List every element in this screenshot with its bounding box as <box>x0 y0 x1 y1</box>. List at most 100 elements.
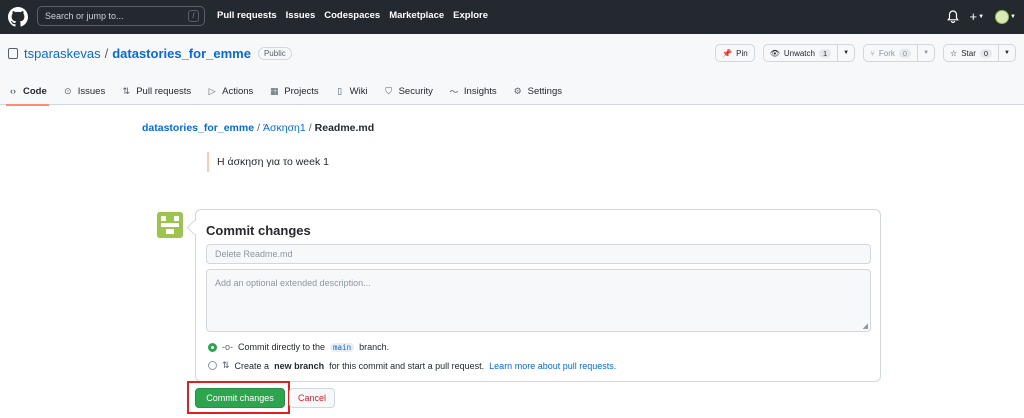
branch-name: main <box>330 342 355 352</box>
eye-icon: 👁 <box>769 48 780 58</box>
tab-settings[interactable]: ⚙ Settings <box>505 77 570 105</box>
tab-label: Insights <box>463 85 497 97</box>
nav-marketplace[interactable]: Marketplace <box>389 10 444 21</box>
pull-request-icon: ⇅ <box>222 360 230 370</box>
nav-codespaces[interactable]: Codespaces <box>324 10 380 21</box>
commit-option-direct[interactable]: -o- Commit directly to the main branch. <box>208 342 389 352</box>
breadcrumb-root-link[interactable]: datastories_for_emme <box>142 122 254 134</box>
plus-icon: + <box>969 9 978 24</box>
tab-insights[interactable]: 〜 Insights <box>441 77 505 105</box>
nav-issues[interactable]: Issues <box>286 10 316 21</box>
pin-icon: 📌 <box>722 48 733 58</box>
tab-pull-requests[interactable]: ⇅ Pull requests <box>113 77 199 105</box>
search-input[interactable]: Search or jump to... / <box>37 6 205 26</box>
nav-explore[interactable]: Explore <box>453 10 488 21</box>
shield-icon: ⛉ <box>385 85 392 96</box>
tab-label: Code <box>23 85 47 97</box>
fork-count: 0 <box>898 48 912 58</box>
create-new-menu[interactable]: + ▼ <box>970 9 985 24</box>
unwatch-button[interactable]: 👁 Unwatch 1 <box>762 44 839 62</box>
star-count: 0 <box>979 48 993 58</box>
search-shortcut-key: / <box>188 10 199 22</box>
tab-label: Wiki <box>349 85 368 97</box>
book-icon: ▯ <box>337 85 343 96</box>
global-header: Search or jump to... / Pull requests Iss… <box>0 0 1024 34</box>
resize-handle-icon[interactable]: ◢ <box>863 322 868 330</box>
nav-pull-requests[interactable]: Pull requests <box>217 10 277 21</box>
option-new-bold: new branch <box>274 360 325 371</box>
play-icon: ▷ <box>208 85 216 96</box>
commit-option-new-branch[interactable]: ⇅ Create a new branch for this commit an… <box>208 360 616 371</box>
learn-more-link[interactable]: Learn more about pull requests. <box>489 361 616 371</box>
avatar <box>995 9 1010 24</box>
tab-label: Settings <box>527 85 562 97</box>
commit-form-title: Commit changes <box>206 223 311 238</box>
chevron-down-icon: ▼ <box>1010 13 1016 20</box>
preview-text: Η άσκηση για το week 1 <box>217 156 329 168</box>
repo-icon <box>8 48 18 59</box>
repo-header: tsparaskevas / datastories_for_emme Publ… <box>0 34 1024 106</box>
unwatch-label: Unwatch <box>783 48 815 58</box>
description-placeholder: Add an optional extended description... <box>215 278 371 288</box>
star-icon: ☆ <box>950 48 958 58</box>
fork-icon: ⑂ <box>870 48 875 58</box>
chevron-down-icon: ▼ <box>843 50 850 56</box>
breadcrumb-folder-link[interactable]: Άσκηση1 <box>263 122 306 134</box>
commit-description-textarea[interactable]: Add an optional extended description... … <box>206 269 871 332</box>
graph-icon: 〜 <box>449 86 459 97</box>
fork-button[interactable]: ⑂ Fork 0 <box>863 44 919 62</box>
visibility-badge: Public <box>257 47 292 60</box>
gear-icon: ⚙ <box>513 85 522 96</box>
user-menu[interactable]: ▼ <box>995 9 1016 24</box>
git-commit-icon: -o- <box>222 342 233 352</box>
repo-actions: 📌 Pin 👁 Unwatch 1 ▼ ⑂ Fork 0 ▼ ☆ Star 0 <box>715 44 1016 62</box>
star-dropdown[interactable]: ▼ <box>999 44 1016 62</box>
option-direct-text-post: branch. <box>359 342 390 352</box>
fork-button-group: ⑂ Fork 0 ▼ <box>863 44 936 62</box>
tab-label: Projects <box>284 85 319 97</box>
repo-owner-link[interactable]: tsparaskevas <box>24 46 101 61</box>
commit-changes-button[interactable]: Commit changes <box>195 388 285 408</box>
bell-icon[interactable] <box>946 10 959 23</box>
repo-title: tsparaskevas / datastories_for_emme Publ… <box>8 46 292 61</box>
radio-new-branch[interactable] <box>208 361 217 370</box>
github-logo-icon[interactable] <box>8 7 28 27</box>
pin-label: Pin <box>736 48 748 58</box>
radio-direct[interactable] <box>208 342 217 352</box>
cancel-button[interactable]: Cancel <box>289 388 335 408</box>
watch-dropdown[interactable]: ▼ <box>838 44 856 62</box>
fork-dropdown[interactable]: ▼ <box>918 44 936 62</box>
repo-name-link[interactable]: datastories_for_emme <box>112 46 251 61</box>
star-button-group: ☆ Star 0 ▼ <box>943 44 1016 62</box>
avatar <box>157 212 183 238</box>
breadcrumb: datastories_for_emme / Άσκηση1/Readme.md <box>142 122 374 134</box>
pull-request-icon: ⇅ <box>122 85 130 96</box>
tab-actions[interactable]: ▷ Actions <box>199 77 261 105</box>
search-placeholder: Search or jump to... <box>45 11 124 21</box>
star-button[interactable]: ☆ Star 0 <box>943 44 1000 62</box>
repo-tabs: ‹› Code ⊙ Issues ⇅ Pull requests ▷ Actions ▦… <box>0 77 570 106</box>
repo-title-separator: / <box>104 46 109 61</box>
identicon-icon <box>157 212 183 238</box>
fork-label: Fork <box>878 48 895 58</box>
option-new-text-pre: Create a <box>234 360 270 371</box>
tab-projects[interactable]: ▦ Projects <box>261 77 326 105</box>
tab-label: Pull requests <box>136 85 192 97</box>
pin-button[interactable]: 📌 Pin <box>715 44 755 62</box>
header-right: + ▼ ▼ <box>946 9 1016 24</box>
tab-security[interactable]: ⛉ Security <box>376 77 441 105</box>
option-new-text-post: for this commit and start a pull request… <box>329 360 485 371</box>
top-nav: Pull requests Issues Codespaces Marketpl… <box>217 10 488 21</box>
commit-message-input[interactable]: Delete Readme.md <box>206 244 871 264</box>
commit-form: Commit changes Delete Readme.md Add an o… <box>195 209 881 382</box>
breadcrumb-separator: / <box>308 122 312 134</box>
tab-issues[interactable]: ⊙ Issues <box>55 77 113 105</box>
chevron-down-icon: ▼ <box>923 50 930 56</box>
tab-code[interactable]: ‹› Code <box>0 77 55 106</box>
chevron-down-icon: ▼ <box>1004 50 1010 56</box>
tab-wiki[interactable]: ▯ Wiki <box>327 77 376 105</box>
watch-count: 1 <box>818 48 832 58</box>
star-label: Star <box>961 48 976 58</box>
tab-label: Actions <box>222 85 254 97</box>
tab-label: Issues <box>77 85 106 97</box>
